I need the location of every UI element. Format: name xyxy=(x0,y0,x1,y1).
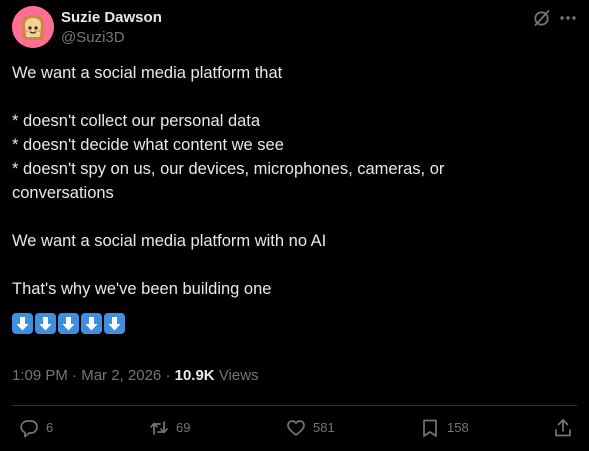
down-arrow-emoji-icon xyxy=(104,313,125,334)
reply-icon xyxy=(20,420,38,438)
bookmark-count: 158 xyxy=(447,420,469,435)
tweet-line: That's why we've been building one xyxy=(12,280,272,298)
down-arrow-emoji-icon xyxy=(35,313,56,334)
tweet-meta: 1:09 PM · Mar 2, 2026 · 10.9K Views xyxy=(12,367,259,385)
author-handle[interactable]: @Suzi3D xyxy=(61,29,125,47)
tweet-line: * doesn't spy on us, our devices, microp… xyxy=(12,160,445,178)
post-date[interactable]: Mar 2, 2026 xyxy=(81,367,161,384)
like-count: 581 xyxy=(313,420,335,435)
author-name[interactable]: Suzie Dawson xyxy=(61,9,162,27)
avatar[interactable] xyxy=(12,6,54,48)
tweet-line xyxy=(12,85,577,109)
more-options-icon[interactable] xyxy=(558,8,578,28)
tweet-line: conversations xyxy=(12,184,114,202)
tweet-line: We want a social media platform that xyxy=(12,64,283,82)
tweet-detail: Suzie Dawson @Suzi3D We want a social me… xyxy=(0,0,589,451)
grok-icon[interactable] xyxy=(532,8,552,28)
bookmark-button[interactable]: 158 xyxy=(419,417,469,439)
like-button[interactable]: 581 xyxy=(285,417,335,439)
meta-separator: · xyxy=(72,367,78,384)
toast-avatar-icon xyxy=(12,6,54,48)
repost-count: 69 xyxy=(176,420,191,435)
reply-count: 6 xyxy=(46,420,54,435)
meta-separator: · xyxy=(165,367,171,384)
down-arrow-emoji-icon xyxy=(12,313,33,334)
tweet-line: * doesn't decide what content we see xyxy=(12,136,284,154)
share-button[interactable] xyxy=(552,417,580,439)
tweet-line: We want a social media platform with no … xyxy=(12,232,327,250)
tweet-line: * doesn't collect our personal data xyxy=(12,112,261,130)
heart-icon xyxy=(287,420,305,436)
emoji-row xyxy=(12,313,577,335)
views-count[interactable]: 10.9K xyxy=(175,367,215,384)
tweet-line xyxy=(12,205,577,229)
repost-button[interactable]: 69 xyxy=(148,417,190,439)
down-arrow-emoji-icon xyxy=(58,313,79,334)
repost-icon xyxy=(150,421,168,435)
tweet-text: We want a social media platform that * d… xyxy=(12,61,577,335)
divider xyxy=(12,405,577,406)
tweet-line xyxy=(12,253,577,277)
down-arrow-emoji-icon xyxy=(81,313,102,334)
bookmark-icon xyxy=(423,419,437,437)
reply-button[interactable]: 6 xyxy=(18,417,53,439)
post-time[interactable]: 1:09 PM xyxy=(12,367,68,384)
share-icon xyxy=(555,419,571,437)
views-label: Views xyxy=(218,367,259,384)
